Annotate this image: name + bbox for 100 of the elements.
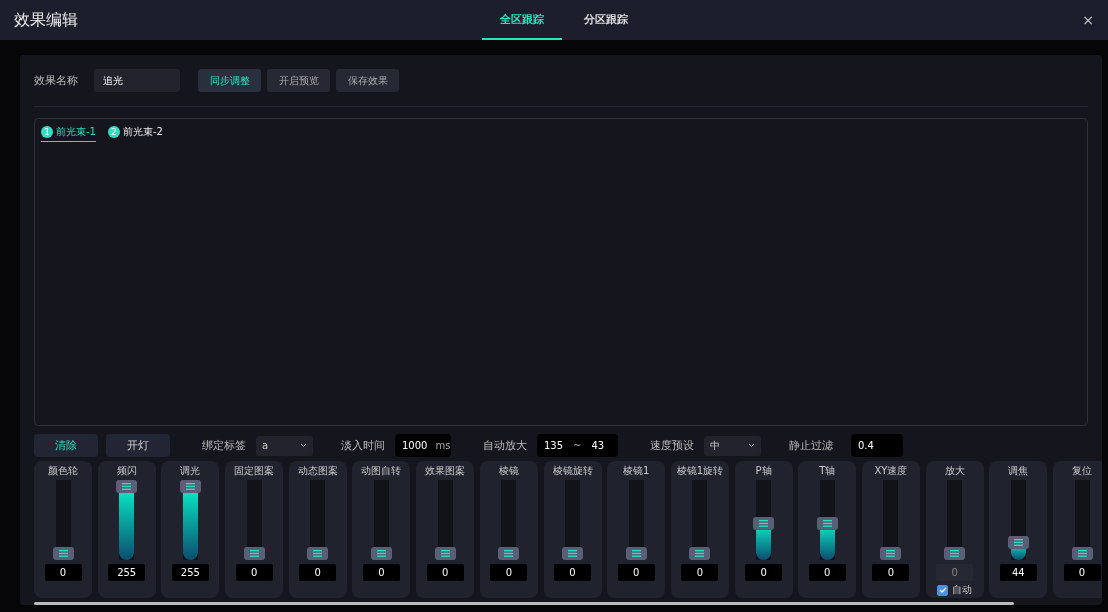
fader-track[interactable] <box>307 480 329 561</box>
fader-label: P轴 <box>755 464 772 479</box>
fader-label: 动图自转 <box>361 464 402 479</box>
fader-thumb[interactable] <box>307 547 329 561</box>
fader-label: 棱镜旋转 <box>552 464 593 479</box>
value-field[interactable]: 0 <box>362 564 400 582</box>
fader-track[interactable] <box>52 480 74 561</box>
fader-track[interactable] <box>944 480 966 561</box>
tab[interactable]: 分区跟踪 <box>566 0 646 40</box>
fader-thumb[interactable] <box>816 516 838 530</box>
grip-icon <box>695 550 705 558</box>
fader-thumb[interactable] <box>370 547 392 561</box>
fader-thumb[interactable] <box>179 480 201 494</box>
grip-icon <box>568 550 577 558</box>
fader-track[interactable] <box>498 480 520 561</box>
fader-thumb[interactable] <box>52 547 74 561</box>
fader-thumb[interactable] <box>753 516 775 530</box>
still-filter-field[interactable]: 0.4 <box>851 434 903 458</box>
field-label: 淡入时间 <box>341 438 385 454</box>
fader-thumb[interactable] <box>1071 547 1093 561</box>
value-field[interactable]: 44 <box>999 564 1037 582</box>
field-label: 速度预设 <box>650 438 694 454</box>
fader-thumb[interactable] <box>243 547 265 561</box>
value-field[interactable]: 0 <box>808 564 846 582</box>
fader-thumb[interactable] <box>562 547 583 561</box>
fader-label: 放大 <box>944 464 965 479</box>
fader-track[interactable] <box>753 480 775 561</box>
scrollbar[interactable] <box>34 602 1014 605</box>
tab[interactable]: 全区跟踪 <box>482 0 562 40</box>
grip-icon <box>886 550 896 558</box>
clear-button[interactable]: 清除 <box>34 434 98 458</box>
grip-icon <box>185 483 195 491</box>
grip-icon <box>759 519 769 527</box>
fader-thumb[interactable] <box>880 547 902 561</box>
grip-icon <box>631 550 641 558</box>
fader-thumb[interactable] <box>116 480 138 494</box>
grip-icon <box>376 550 386 558</box>
value-field[interactable]: 0 <box>1063 564 1101 582</box>
close-button[interactable]: × <box>1082 12 1094 28</box>
field-label: 效果名称 <box>34 73 78 88</box>
fader-label: 固定图案 <box>234 464 275 479</box>
grip-icon <box>440 550 450 558</box>
fader-track[interactable] <box>370 480 392 561</box>
value-field[interactable]: 255 <box>171 564 209 582</box>
grip-icon <box>58 550 68 558</box>
value-field[interactable]: 0 <box>554 564 591 582</box>
fixture-tab[interactable]: 1 前光束-1 <box>41 125 96 142</box>
fader-track[interactable] <box>1007 480 1029 561</box>
value-field[interactable]: 0 <box>617 564 655 582</box>
value-field[interactable]: 0 <box>426 564 464 582</box>
chevron-down-icon <box>300 443 307 449</box>
value-field[interactable]: 0 <box>235 564 273 582</box>
fader-label: 复位 <box>1072 464 1092 479</box>
value-field[interactable]: 0 <box>490 564 528 582</box>
header-button[interactable]: 同步调整 <box>198 69 261 92</box>
fader-track[interactable] <box>116 480 138 561</box>
fader-thumb[interactable] <box>625 547 647 561</box>
fader-label: T轴 <box>819 464 836 479</box>
window-title: 效果编辑 <box>14 9 78 31</box>
value-field[interactable]: 0 <box>872 564 910 582</box>
value-field[interactable]: 0 <box>299 564 337 582</box>
fader-label: 效果图案 <box>425 464 466 479</box>
fader-track[interactable] <box>816 480 838 561</box>
check-icon <box>938 587 947 594</box>
fader-label: 颜色轮 <box>48 464 78 479</box>
value-field[interactable]: 255 <box>108 564 146 582</box>
chevron-down-icon <box>748 443 755 449</box>
fade-time-field[interactable]: 1000 ms <box>395 434 451 458</box>
fader-track[interactable] <box>880 480 902 561</box>
name-field[interactable]: 追光 <box>94 69 180 92</box>
checkbox-label: 自动 <box>952 583 973 598</box>
grip-icon <box>1077 550 1087 558</box>
fader-thumb[interactable] <box>1007 535 1029 549</box>
field-label: 绑定标签 <box>202 438 246 454</box>
fader-track[interactable] <box>625 480 647 561</box>
header-button[interactable]: 开启预览 <box>267 69 330 92</box>
value-field[interactable]: 0 <box>745 564 783 582</box>
fader-label: XY速度 <box>874 464 908 479</box>
fader-track[interactable] <box>434 480 456 561</box>
grip-icon <box>822 519 832 527</box>
value-field[interactable]: 0 <box>681 564 719 582</box>
light-on-button[interactable]: 开灯 <box>106 434 170 458</box>
fader-track[interactable] <box>243 480 265 561</box>
fader-track[interactable] <box>562 480 583 561</box>
fader-track[interactable] <box>179 480 201 561</box>
grip-icon <box>122 483 132 491</box>
speed-select[interactable]: 中 <box>704 435 761 456</box>
field-label: 自动放大 <box>483 438 527 454</box>
zoom-range-field[interactable]: 135 ~ 43 <box>537 434 618 458</box>
fader-thumb[interactable] <box>689 547 711 561</box>
tag-select[interactable]: a <box>256 435 313 456</box>
fader-track[interactable] <box>689 480 711 561</box>
number-badge: 2 <box>108 126 120 138</box>
header-button[interactable]: 保存效果 <box>336 69 399 92</box>
fixture-tab[interactable]: 2 前光束-2 <box>108 125 163 142</box>
field-label: 静止过滤 <box>789 438 833 454</box>
fader-thumb[interactable] <box>498 547 520 561</box>
fader-thumb[interactable] <box>434 547 456 561</box>
fader-track[interactable] <box>1071 480 1093 561</box>
value-field[interactable]: 0 <box>44 564 82 582</box>
